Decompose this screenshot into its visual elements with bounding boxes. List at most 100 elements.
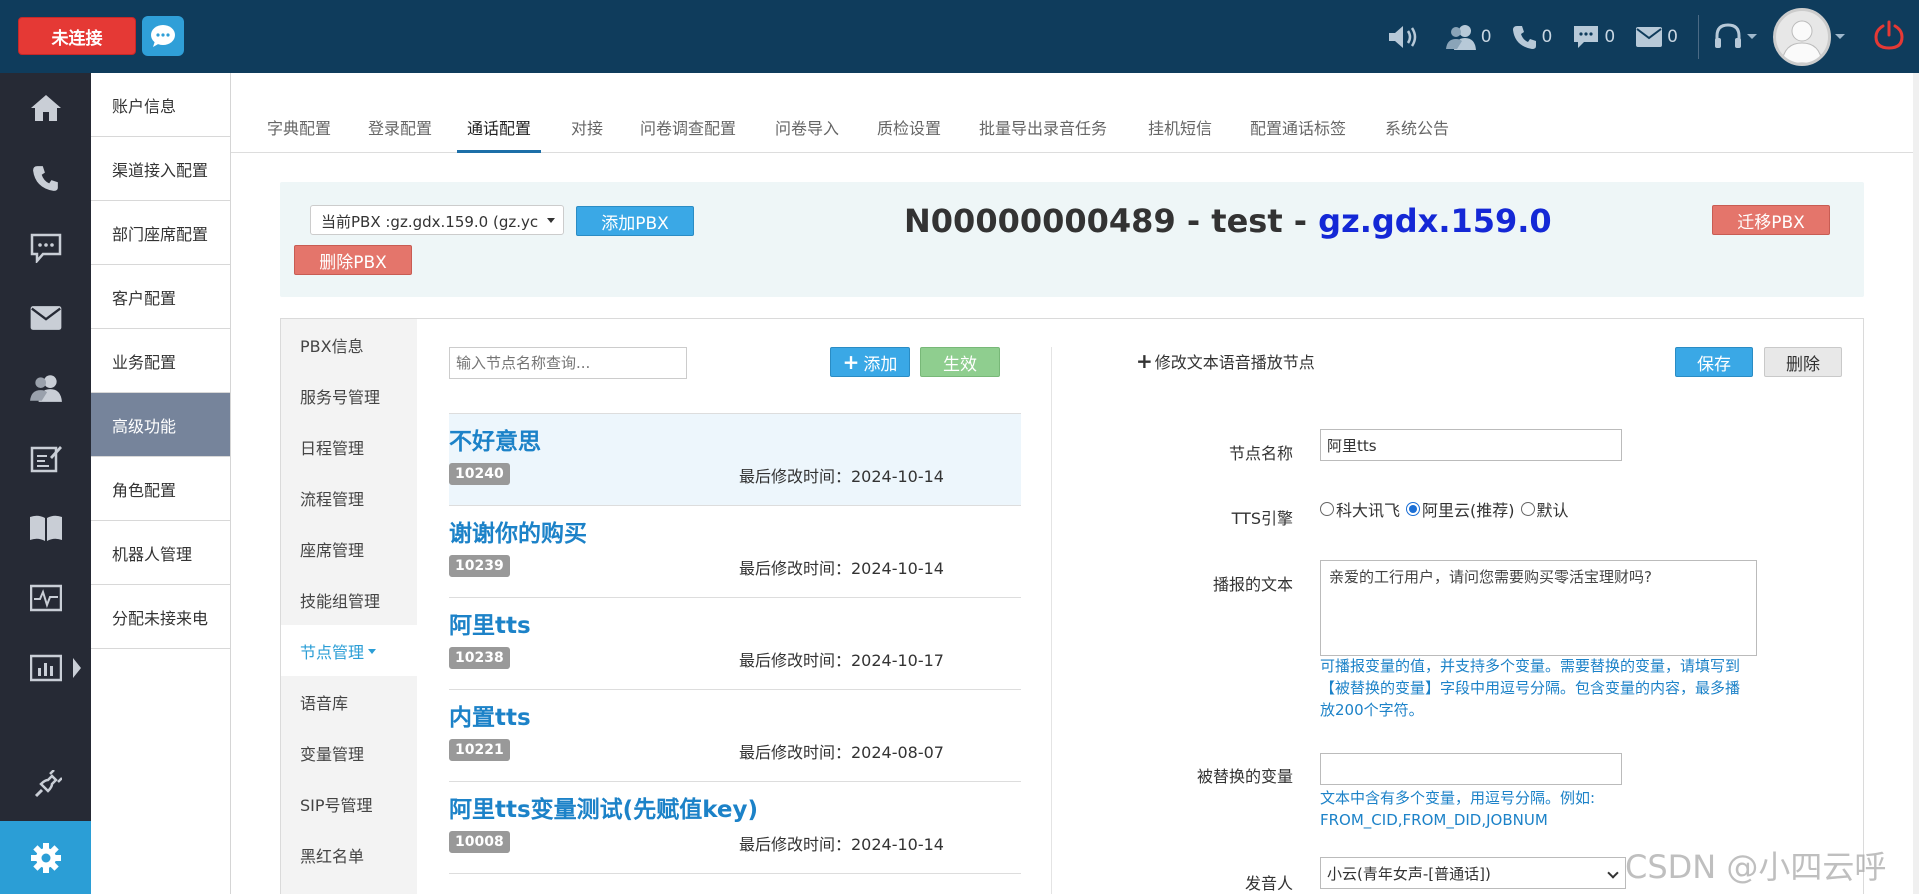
add-pbx-button[interactable]: 添加PBX xyxy=(576,206,694,236)
subnav-nodes[interactable]: 节点管理 xyxy=(281,625,417,676)
menu-item-department[interactable]: 部门座席配置 xyxy=(91,201,230,265)
users-icon xyxy=(29,375,62,402)
delete-pbx-button[interactable]: 删除PBX xyxy=(294,245,412,275)
column-divider xyxy=(1051,347,1052,894)
subnav-service-numbers[interactable]: 服务号管理 xyxy=(281,370,417,421)
power-icon xyxy=(1874,20,1904,50)
node-name[interactable]: 阿里tts xyxy=(449,606,531,640)
tab-export-recordings[interactable]: 批量导出录音任务 xyxy=(979,117,1107,153)
nav-settings[interactable] xyxy=(0,821,91,894)
node-name[interactable]: 谢谢你的购买 xyxy=(449,514,587,548)
chevron-down-icon xyxy=(1607,867,1619,879)
nav-home[interactable] xyxy=(0,73,91,143)
replace-vars-input[interactable] xyxy=(1320,753,1622,785)
tab-quality[interactable]: 质检设置 xyxy=(877,117,941,153)
tab-hangup-sms[interactable]: 挂机短信 xyxy=(1148,117,1212,153)
subnav-pbx-info[interactable]: PBX信息 xyxy=(281,319,417,370)
nav-contacts[interactable] xyxy=(0,353,91,423)
tab-announcements[interactable]: 系统公告 xyxy=(1385,117,1449,153)
top-bar: 未连接 0 0 0 0 xyxy=(0,0,1919,73)
subnav-skill-groups[interactable]: 技能组管理 xyxy=(281,574,417,625)
logout-button[interactable] xyxy=(1873,19,1905,55)
node-name-label: 节点名称 xyxy=(1228,444,1293,463)
pbx-select[interactable]: 当前PBX :gz.gdx.159.0 (gz.yc xyxy=(310,205,564,235)
tab-call-tags[interactable]: 配置通话标签 xyxy=(1250,117,1346,153)
tts-radio-aliyun[interactable] xyxy=(1406,502,1421,516)
node-name[interactable]: 不好意思 xyxy=(449,422,541,456)
gear-icon xyxy=(30,842,61,873)
menu-item-roles[interactable]: 角色配置 xyxy=(91,457,230,521)
menu-item-account[interactable]: 账户信息 xyxy=(91,73,230,137)
pbx-title-host: gz.gdx.159.0 xyxy=(1318,202,1552,240)
menu-item-missed-calls[interactable]: 分配未接来电 xyxy=(91,585,230,649)
list-item[interactable]: 不好意思 10240 最后修改时间：2024-10-14 xyxy=(449,414,1021,506)
online-users-stat[interactable]: 0 xyxy=(1445,23,1492,51)
phone-icon xyxy=(32,166,58,191)
headset-menu[interactable] xyxy=(1713,22,1757,52)
nav-phone[interactable] xyxy=(0,143,91,213)
node-id-badge: 10239 xyxy=(449,555,510,577)
delete-node-button[interactable]: 删除 xyxy=(1764,347,1842,377)
form-title-text: 修改文本语音播放节点 xyxy=(1154,353,1315,372)
node-modified-time: 最后修改时间：2024-08-07 xyxy=(739,743,944,762)
mail-stat[interactable]: 0 xyxy=(1635,26,1678,48)
settings-menu: 账户信息 渠道接入配置 部门座席配置 客户配置 业务配置 高级功能 角色配置 机… xyxy=(91,73,231,894)
tts-radio-default[interactable] xyxy=(1520,502,1535,516)
nav-mail[interactable] xyxy=(0,283,91,353)
tts-radio-iflytek[interactable] xyxy=(1320,502,1334,516)
node-name[interactable]: 阿里tts变量测试(先赋值key) xyxy=(449,790,758,824)
watermark: CSDN @小四云呼 xyxy=(1625,848,1887,886)
tab-integration[interactable]: 对接 xyxy=(571,117,603,153)
tab-call-config[interactable]: 通话配置 xyxy=(457,117,542,153)
subnav-variables[interactable]: 变量管理 xyxy=(281,727,417,778)
list-item[interactable]: 阿里tts变量测试(先赋值key) 10008 最后修改时间：2024-10-1… xyxy=(449,782,1021,874)
tab-login[interactable]: 登录配置 xyxy=(368,117,432,153)
page-scrollbar[interactable] xyxy=(1913,73,1919,894)
caret-down-icon xyxy=(368,649,377,654)
save-button[interactable]: 保存 xyxy=(1675,347,1753,377)
user-menu[interactable] xyxy=(1773,7,1845,66)
chevron-down-icon xyxy=(547,218,555,223)
tab-survey-config[interactable]: 问卷调查配置 xyxy=(640,117,736,153)
menu-item-robots[interactable]: 机器人管理 xyxy=(91,521,230,585)
pbx-title: N00000000489 - test - gz.gdx.159.0 xyxy=(904,202,1552,240)
menu-item-business[interactable]: 业务配置 xyxy=(91,329,230,393)
nav-edit[interactable] xyxy=(0,423,91,493)
connection-status-button[interactable]: 未连接 xyxy=(18,17,136,55)
speaker-select[interactable]: 小云(青年女声-[普通话]) xyxy=(1320,857,1626,889)
node-name-input[interactable]: 阿里tts xyxy=(1320,429,1622,461)
list-item[interactable]: 内置tts 10221 最后修改时间：2024-08-07 xyxy=(449,690,1021,782)
nav-monitor[interactable] xyxy=(0,563,91,633)
node-search-input[interactable] xyxy=(449,347,687,379)
apply-nodes-button[interactable]: 生效 xyxy=(920,347,1000,377)
subnav-flow[interactable]: 流程管理 xyxy=(281,472,417,523)
nav-chat[interactable] xyxy=(0,213,91,283)
volume-control[interactable] xyxy=(1387,23,1425,51)
migrate-pbx-button[interactable]: 迁移PBX xyxy=(1712,205,1830,235)
plus-icon: + xyxy=(842,350,860,374)
nav-plugin[interactable] xyxy=(0,751,91,821)
list-item[interactable]: 谢谢你的购买 10239 最后修改时间：2024-10-14 xyxy=(449,506,1021,598)
menu-item-customer[interactable]: 客户配置 xyxy=(91,265,230,329)
menu-item-advanced[interactable]: 高级功能 xyxy=(91,393,230,457)
nav-reports[interactable] xyxy=(0,633,91,703)
icon-sidebar xyxy=(0,73,91,894)
nav-knowledge[interactable] xyxy=(0,493,91,563)
tab-survey-import[interactable]: 问卷导入 xyxy=(775,117,839,153)
subnav-schedule[interactable]: 日程管理 xyxy=(281,421,417,472)
avatar[interactable] xyxy=(1773,7,1831,66)
tab-dictionary[interactable]: 字典配置 xyxy=(267,117,331,153)
subnav-voice-library[interactable]: 语音库 xyxy=(281,676,417,727)
subnav-agents[interactable]: 座席管理 xyxy=(281,523,417,574)
subnav-sip[interactable]: SIP号管理 xyxy=(281,778,417,829)
broadcast-text-area[interactable]: 亲爱的工行用户，请问您需要购买零活宝理财吗? xyxy=(1320,560,1757,656)
node-name[interactable]: 内置tts xyxy=(449,698,531,732)
list-item[interactable]: 阿里tts 10238 最后修改时间：2024-10-17 xyxy=(449,598,1021,690)
menu-item-channel[interactable]: 渠道接入配置 xyxy=(91,137,230,201)
chat-button[interactable] xyxy=(142,16,184,56)
add-node-button[interactable]: + 添加 xyxy=(830,347,910,377)
subnav-blacklist[interactable]: 黑红名单 xyxy=(281,829,417,880)
headset-icon xyxy=(1715,22,1741,48)
calls-stat[interactable]: 0 xyxy=(1512,24,1552,50)
messages-stat[interactable]: 0 xyxy=(1572,24,1615,50)
